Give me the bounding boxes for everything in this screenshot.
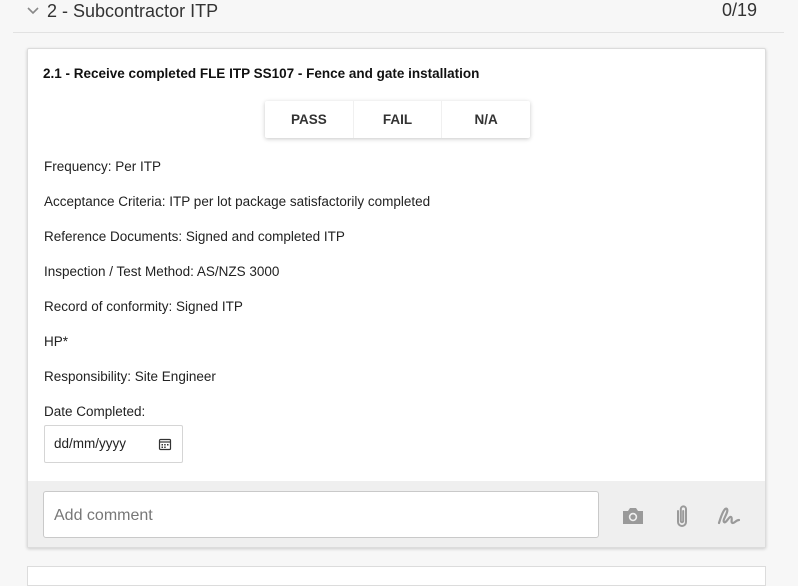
date-completed-label: Date Completed: bbox=[44, 404, 146, 419]
section-divider bbox=[13, 32, 784, 33]
paperclip-icon[interactable] bbox=[669, 503, 695, 529]
item-title: 2.1 - Receive completed FLE ITP SS107 - … bbox=[43, 66, 480, 81]
section-header[interactable]: 2 - Subcontractor ITP 0/19 bbox=[0, 0, 798, 32]
date-placeholder: dd/mm/yyyy bbox=[54, 436, 127, 451]
section-title: 2 - Subcontractor ITP bbox=[47, 1, 219, 21]
inspection-method-text: Inspection / Test Method: AS/NZS 3000 bbox=[44, 264, 280, 279]
acceptance-criteria-text: Acceptance Criteria: ITP per lot package… bbox=[44, 194, 431, 209]
date-completed-input[interactable]: dd/mm/yyyy bbox=[44, 425, 183, 463]
pass-button[interactable]: PASS bbox=[265, 101, 353, 138]
section-progress-count: 0/19 bbox=[721, 0, 757, 20]
result-selector: PASS FAIL N/A bbox=[265, 101, 530, 138]
signature-icon[interactable] bbox=[716, 503, 742, 529]
checklist-item-card: 2.1 - Receive completed FLE ITP SS107 - … bbox=[27, 48, 766, 548]
comment-input[interactable]: Add comment bbox=[43, 491, 599, 538]
fail-button[interactable]: FAIL bbox=[352, 101, 442, 138]
hold-point-text: HP* bbox=[44, 334, 69, 349]
next-item-card bbox=[27, 566, 766, 586]
calendar-icon[interactable] bbox=[158, 437, 172, 451]
na-button[interactable]: N/A bbox=[441, 101, 530, 138]
reference-documents-text: Reference Documents: Signed and complete… bbox=[44, 229, 345, 244]
record-of-conformity-text: Record of conformity: Signed ITP bbox=[44, 299, 243, 314]
comment-bar: Add comment bbox=[28, 481, 765, 547]
camera-icon[interactable] bbox=[620, 503, 646, 529]
responsibility-text: Responsibility: Site Engineer bbox=[44, 369, 216, 384]
comment-placeholder: Add comment bbox=[54, 507, 153, 524]
chevron-down-icon[interactable] bbox=[26, 4, 40, 18]
frequency-text: Frequency: Per ITP bbox=[44, 159, 162, 174]
